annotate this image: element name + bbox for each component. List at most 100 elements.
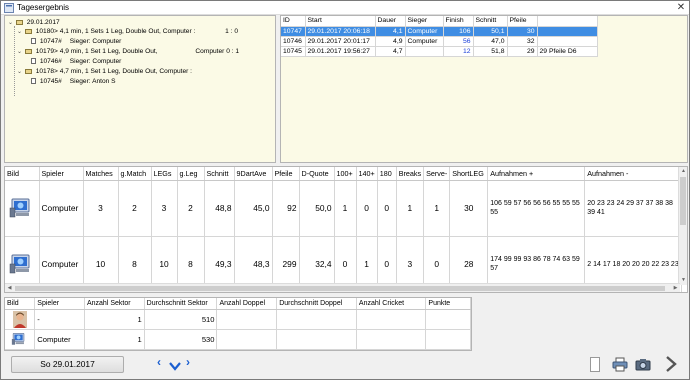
chevron-right-icon[interactable] — [665, 356, 677, 372]
column-header[interactable]: Aufnahmen + — [487, 167, 586, 181]
players-table: Bild Spieler Matches g.Match LEGs g.Leg … — [5, 167, 683, 292]
match-id: 10745 — [281, 46, 306, 57]
tree-leg-1[interactable]: 10747# Sieger: Computer — [31, 37, 121, 46]
column-header[interactable]: 100+ — [334, 167, 357, 181]
column-header[interactable]: 140+ — [356, 167, 378, 181]
match-row[interactable]: 10746 29.01.2017 20:01:17 4,9 Computer 5… — [281, 36, 598, 47]
collapse-icon[interactable]: ⌄ — [16, 48, 23, 57]
column-header[interactable]: ID — [281, 16, 306, 27]
column-header[interactable]: Schnitt — [473, 16, 508, 27]
stats-grid[interactable]: Bild Spieler Anzahl Sektor Durchschnitt … — [4, 297, 472, 351]
match-finish: 12 — [443, 46, 474, 57]
stats-row[interactable]: - 1 510 — [5, 309, 471, 330]
column-header[interactable]: g.Leg — [177, 167, 205, 181]
stats-sector-count: 1 — [84, 329, 145, 350]
matches-grid[interactable]: ID Start Dauer Sieger Finish Schnitt Pfe… — [280, 15, 688, 163]
stats-double-count — [216, 309, 278, 330]
chevron-down-icon[interactable] — [169, 361, 181, 371]
close-icon[interactable]: ✕ — [675, 2, 687, 14]
column-header[interactable]: g.Match — [118, 167, 152, 181]
avatar-icon — [12, 310, 27, 328]
player-matches: 3 — [83, 180, 119, 237]
previous-day-icon[interactable]: ‹ — [157, 356, 161, 368]
blank-page-icon[interactable] — [590, 357, 600, 372]
player-breaks: 1 — [396, 180, 425, 237]
stats-player-name: Computer — [34, 329, 85, 350]
date-button[interactable]: So 29.01.2017 — [11, 356, 124, 373]
column-header[interactable]: Dauer — [375, 16, 406, 27]
scroll-thumb[interactable] — [680, 177, 686, 225]
match-winner: Computer — [405, 36, 444, 47]
match-row[interactable]: 10745 29.01.2017 19:56:27 4,7 12 51,8 29… — [281, 46, 598, 57]
match-duration: 4,1 — [375, 26, 406, 37]
player-short-leg: 30 — [449, 180, 489, 237]
match-extra: 29 Pfeile D6 — [537, 46, 598, 57]
column-header[interactable]: Start — [305, 16, 376, 27]
collapse-icon[interactable]: ⌄ — [16, 28, 23, 37]
column-header[interactable]: LEGs — [151, 167, 178, 181]
column-header[interactable]: Durchschnitt Doppel — [276, 298, 357, 310]
player-darts: 92 — [272, 180, 300, 237]
collapse-icon[interactable]: ⌄ — [7, 19, 14, 28]
collapse-icon[interactable]: ⌄ — [16, 68, 23, 77]
tree-root-label: 29.01.2017 — [26, 19, 60, 26]
player-180: 0 — [377, 180, 397, 237]
vertical-scrollbar[interactable]: ▲ ▼ — [678, 167, 687, 285]
column-header[interactable]: Bild — [5, 298, 36, 310]
column-header[interactable]: Aufnahmen - — [584, 167, 683, 181]
scroll-up-icon[interactable]: ▲ — [680, 168, 687, 175]
tree-match-3[interactable]: ⌄ 10178> 4,7 min, 1 Set 1 Leg, Double Ou… — [16, 67, 192, 76]
computer-icon — [9, 198, 30, 218]
match-duration: 4,7 — [375, 46, 406, 57]
player-scores-plus: 106 59 57 56 56 56 55 55 55 55 — [487, 180, 586, 237]
camera-icon[interactable] — [635, 358, 651, 371]
column-header[interactable]: 9DartAve — [234, 167, 273, 181]
match-winner: Computer — [405, 26, 444, 37]
column-header[interactable]: Durchschnitt Sektor — [144, 298, 218, 310]
tree-root[interactable]: ⌄ 29.01.2017 — [7, 18, 60, 27]
tree-leg-3[interactable]: 10745# Sieger: Anton S — [31, 77, 116, 86]
column-header[interactable]: Sieger — [405, 16, 444, 27]
stats-row[interactable]: Computer 1 530 — [5, 329, 471, 350]
horizontal-scrollbar[interactable]: ◀ ▶ — [5, 283, 680, 292]
column-header[interactable]: Anzahl Cricket — [356, 298, 427, 310]
column-header[interactable]: Punkte — [425, 298, 471, 310]
column-header[interactable]: Anzahl Sektor — [84, 298, 145, 310]
tree-match-2[interactable]: ⌄ 10179> 4,9 min, 1 Set 1 Leg, Double Ou… — [16, 47, 239, 56]
column-header[interactable]: Breaks — [396, 167, 425, 181]
column-header[interactable]: Spieler — [39, 167, 84, 181]
column-header[interactable]: Bild — [5, 167, 40, 181]
scroll-down-icon[interactable]: ▼ — [680, 277, 687, 284]
player-average: 48,8 — [204, 180, 235, 237]
match-row[interactable]: 10747 29.01.2017 20:06:18 4,1 Computer 1… — [281, 26, 598, 37]
scroll-right-icon[interactable]: ▶ — [672, 285, 679, 292]
column-header[interactable]: ShortLEG — [449, 167, 489, 181]
tree-match-1[interactable]: ⌄ 10180> 4,1 min, 1 Sets 1 Leg, Double O… — [16, 27, 238, 36]
match-id: 10747 — [281, 26, 306, 37]
column-header[interactable]: 180 — [377, 167, 397, 181]
match-darts: 29 — [507, 46, 538, 57]
printer-icon[interactable] — [612, 357, 628, 372]
match-winner — [405, 46, 444, 57]
next-day-icon[interactable]: › — [186, 356, 190, 368]
scroll-thumb[interactable] — [15, 286, 665, 291]
column-header[interactable]: Finish — [443, 16, 474, 27]
tree-leg-2[interactable]: 10746# Sieger: Computer — [31, 57, 121, 66]
scroll-left-icon[interactable]: ◀ — [6, 285, 13, 292]
player-row[interactable]: Computer 3 2 3 2 48,8 45,0 92 50,0 1 0 0… — [5, 180, 683, 237]
players-grid[interactable]: Bild Spieler Matches g.Match LEGs g.Leg … — [4, 166, 688, 293]
column-header[interactable]: D-Quote — [299, 167, 335, 181]
column-header[interactable]: Matches — [83, 167, 119, 181]
column-header — [537, 16, 598, 27]
match-tree[interactable]: ⌄ 29.01.2017 ⌄ 10180> 4,1 min, 1 Sets 1 … — [4, 15, 276, 163]
column-header[interactable]: Spieler — [34, 298, 85, 310]
column-header[interactable]: Serve- — [423, 167, 451, 181]
folder-icon — [15, 19, 23, 25]
column-header[interactable]: Pfeile — [507, 16, 538, 27]
player-140plus: 0 — [356, 180, 378, 237]
column-header[interactable]: Schnitt — [204, 167, 235, 181]
column-header[interactable]: Anzahl Doppel — [216, 298, 278, 310]
stats-header-row: Bild Spieler Anzahl Sektor Durchschnitt … — [5, 298, 471, 310]
column-header[interactable]: Pfeile — [272, 167, 300, 181]
folder-icon — [24, 68, 32, 74]
